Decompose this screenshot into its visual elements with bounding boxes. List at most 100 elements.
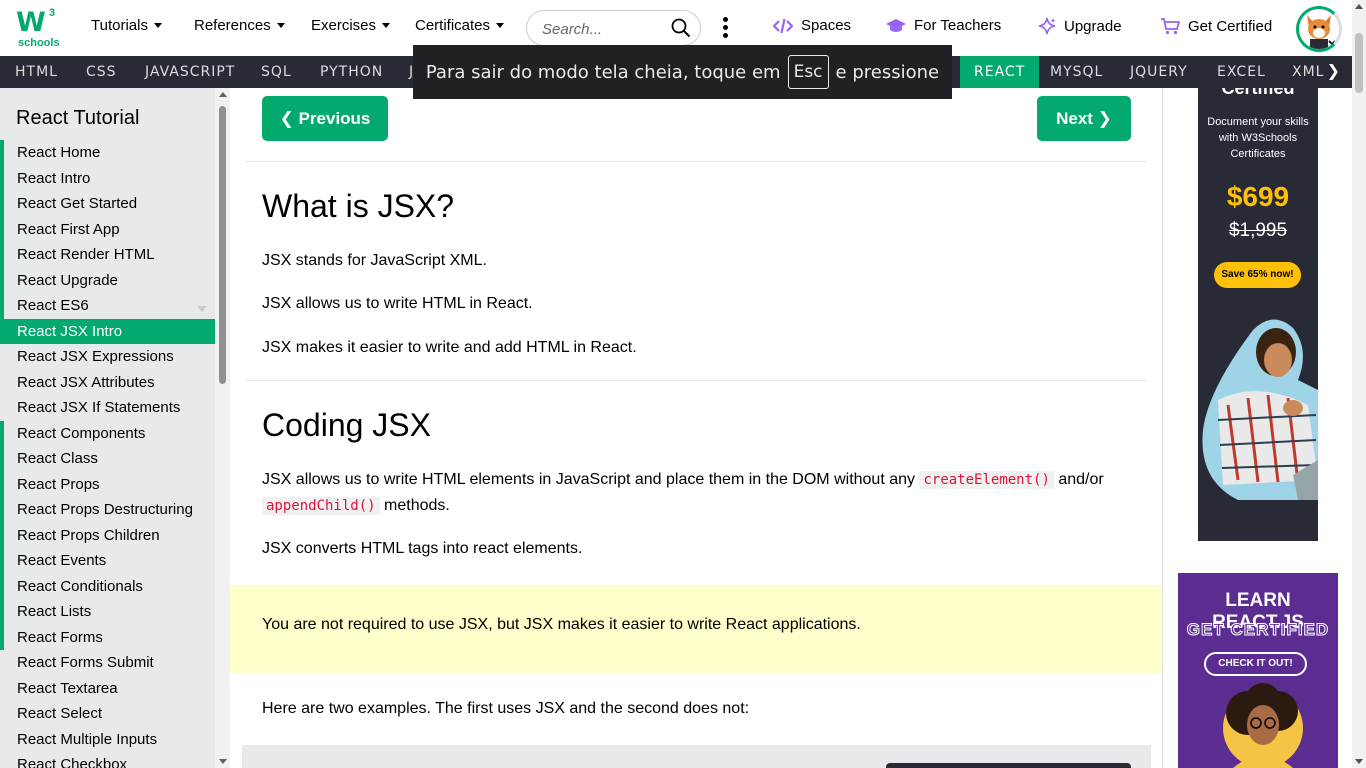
subnav-excel[interactable]: EXCEL xyxy=(1217,56,1266,88)
learn-react-ad[interactable]: LEARN REACT.JS GET CERTIFIED CHECK IT OU… xyxy=(1178,573,1338,768)
sidebar-item[interactable]: React Props Children xyxy=(0,522,215,548)
references-label: References xyxy=(194,17,271,34)
sidebar-item[interactable]: React Get Started xyxy=(0,191,215,217)
ad-react-subtitle: GET CERTIFIED xyxy=(1186,620,1330,640)
collapse-caret-icon xyxy=(197,306,207,312)
divider xyxy=(246,161,1147,162)
ad-old-price: $1,995 xyxy=(1228,220,1288,241)
student-illustration xyxy=(1202,319,1318,500)
scroll-down-icon[interactable] xyxy=(1355,759,1363,764)
subnav-html[interactable]: HTML xyxy=(15,56,58,88)
subnav-xml[interactable]: XML xyxy=(1292,56,1324,88)
sidebar-item[interactable]: React JSX Attributes xyxy=(0,370,215,396)
search-input[interactable] xyxy=(542,19,662,39)
sidebar-item[interactable]: React Textarea xyxy=(0,676,215,702)
coding-jsx-paragraph: JSX allows us to write HTML elements in … xyxy=(262,467,1142,519)
sidebar-item[interactable]: React Intro xyxy=(0,165,215,191)
sidebar-item[interactable]: React Select xyxy=(0,701,215,727)
ad-save-button[interactable]: Save 65% now! xyxy=(1214,262,1301,288)
more-options-icon[interactable] xyxy=(722,17,730,39)
subnav-react[interactable]: REACT xyxy=(960,56,1040,88)
page-scrollbar[interactable] xyxy=(1352,0,1366,768)
sidebar-item[interactable]: React Render HTML xyxy=(0,242,215,268)
page-scroll-thumb[interactable] xyxy=(1355,33,1363,93)
sidebar-item[interactable]: React JSX Intro xyxy=(0,318,215,344)
for-teachers-label: For Teachers xyxy=(914,17,1002,34)
divider xyxy=(246,380,1147,381)
sidebar-item[interactable]: React Forms xyxy=(0,624,215,650)
spaces-label: Spaces xyxy=(801,17,852,34)
subnav-python[interactable]: PYTHON xyxy=(320,56,383,88)
sidebar-item[interactable]: React Forms Submit xyxy=(0,650,215,676)
main-content: ❮ Previous Next ❯ What is JSX? JSX stand… xyxy=(230,88,1163,768)
subnav-jquery[interactable]: JQUERY xyxy=(1130,56,1188,88)
upgrade-link[interactable]: Upgrade xyxy=(1038,17,1122,35)
certificates-menu[interactable]: Certificates xyxy=(415,17,505,34)
search-icon[interactable] xyxy=(671,18,691,38)
subnav-sql[interactable]: SQL xyxy=(261,56,292,88)
text: JSX allows us to write HTML elements in … xyxy=(262,471,916,488)
sidebar-item[interactable]: React First App xyxy=(0,216,215,242)
get-certified-link[interactable]: Get Certified xyxy=(1160,17,1272,35)
examples-intro: Here are two examples. The first uses JS… xyxy=(262,700,750,717)
certificates-ad[interactable]: Certified Document your skills with W3Sc… xyxy=(1198,88,1318,541)
paragraph: JSX stands for JavaScript XML. xyxy=(262,252,487,269)
toast-text-before: Para sair do modo tela cheia, toque em xyxy=(425,61,781,83)
user-avatar[interactable] xyxy=(1296,6,1342,52)
check-it-out-button[interactable]: CHECK IT OUT! xyxy=(1204,652,1307,676)
text: methods. xyxy=(384,497,450,514)
woman-illustration xyxy=(1223,683,1303,768)
ad-price: $699 xyxy=(1226,181,1290,212)
exercises-menu[interactable]: Exercises xyxy=(311,17,391,34)
caret-down-icon xyxy=(382,23,391,28)
scroll-up-icon[interactable] xyxy=(219,92,227,97)
w3schools-logo[interactable]: W 3 schools xyxy=(16,7,60,49)
sidebar-scrollbar[interactable] xyxy=(215,88,230,768)
sidebar-scroll-thumb[interactable] xyxy=(219,106,226,384)
exercises-label: Exercises xyxy=(311,17,377,34)
previous-button[interactable]: ❮ Previous xyxy=(262,96,388,141)
scroll-down-icon[interactable] xyxy=(219,759,227,764)
subnav-css[interactable]: CSS xyxy=(86,56,117,88)
fox-avatar-icon xyxy=(1307,15,1336,49)
paragraph: JSX allows us to write HTML in React. xyxy=(262,295,533,312)
sidebar-item[interactable]: React Components xyxy=(0,420,215,446)
sidebar-item[interactable]: React JSX Expressions xyxy=(0,344,215,370)
next-button[interactable]: Next ❯ xyxy=(1037,96,1131,141)
ad-description: Document your skills with W3Schools Cert… xyxy=(1207,116,1309,160)
subnav-javascript[interactable]: JAVASCRIPT xyxy=(145,56,235,88)
scroll-up-icon[interactable] xyxy=(1355,4,1363,9)
esc-key-badge: Esc xyxy=(787,55,829,89)
upgrade-label: Upgrade xyxy=(1064,17,1122,35)
sidebar-item[interactable]: React Class xyxy=(0,446,215,472)
paragraph: JSX makes it easier to write and add HTM… xyxy=(262,339,637,356)
logo-w: W xyxy=(16,7,46,38)
subnav-next-arrow[interactable]: ❯ xyxy=(1327,56,1340,88)
fullscreen-exit-toast: Para sair do modo tela cheia, toque em E… xyxy=(413,45,952,99)
sidebar-item[interactable]: React Home xyxy=(0,140,215,166)
spaces-link[interactable]: Spaces xyxy=(773,17,851,34)
sidebar-item[interactable]: React Checkbox xyxy=(0,752,215,768)
sidebar-item[interactable]: React Props xyxy=(0,471,215,497)
what-is-jsx-heading: What is JSX? xyxy=(262,188,455,224)
sidebar-item[interactable]: React Props Destructuring xyxy=(0,497,215,523)
sidebar-item[interactable]: React Events xyxy=(0,548,215,574)
sidebar-item[interactable]: React Conditionals xyxy=(0,573,215,599)
sidebar-item[interactable]: React JSX If Statements xyxy=(0,395,215,421)
sidebar-list: React Home React Intro React Get Started Re… xyxy=(0,140,215,768)
references-menu[interactable]: References xyxy=(194,17,285,34)
subnav-mysql[interactable]: MYSQL xyxy=(1050,56,1103,88)
tutorials-menu[interactable]: Tutorials xyxy=(91,17,162,34)
note-text: You are not required to use JSX, but JSX… xyxy=(262,616,861,633)
example-box xyxy=(242,745,1151,768)
paragraph: JSX converts HTML tags into react elemen… xyxy=(262,540,583,557)
search-box xyxy=(526,10,701,46)
code-create-element: createElement() xyxy=(919,471,1054,489)
for-teachers-link[interactable]: For Teachers xyxy=(886,17,1001,34)
sidebar-item[interactable]: React Upgrade xyxy=(0,267,215,293)
sidebar-item[interactable]: React ES6 xyxy=(0,293,215,319)
sidebar-item[interactable]: React Multiple Inputs xyxy=(0,727,215,753)
text: and/or xyxy=(1058,471,1104,488)
toast-text-after: e pressione xyxy=(835,61,940,83)
sidebar-item[interactable]: React Lists xyxy=(0,599,215,625)
